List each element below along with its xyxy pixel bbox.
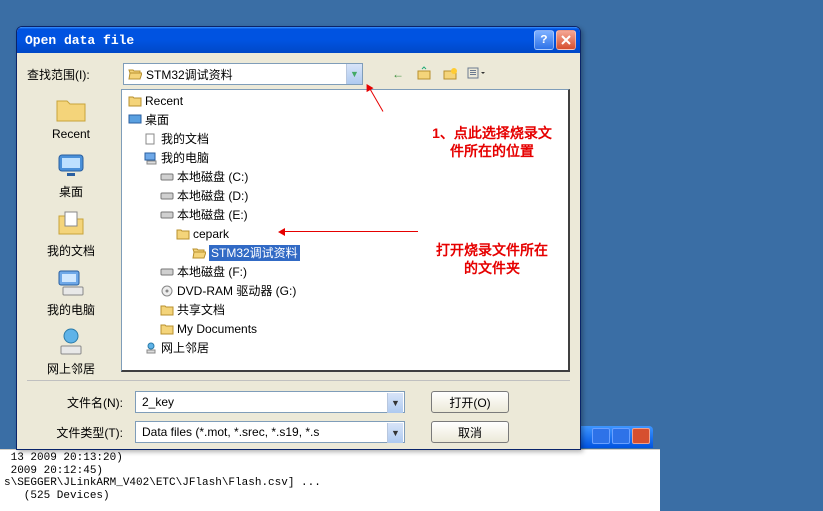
tree-desktop[interactable]: 桌面 [128,112,169,128]
filename-combobox[interactable]: 2_key ▼ [135,391,405,413]
filetype-label: 文件类型(T): [27,424,127,441]
tree-dvd[interactable]: DVD-RAM 驱动器 (G:) [160,283,296,299]
dropdown-arrow-icon[interactable]: ▼ [346,64,362,84]
new-folder-button[interactable] [441,65,459,83]
folder-open-icon [192,246,206,260]
look-in-label: 查找范围(I): [27,66,117,83]
dropdown-arrow-icon[interactable]: ▼ [387,423,403,443]
places-recent[interactable]: Recent [31,93,111,141]
dvd-icon [160,284,174,298]
tree-mypc[interactable]: 我的电脑 [144,150,209,166]
cancel-button[interactable]: 取消 [431,421,509,443]
view-icon [467,66,485,82]
disk-icon [160,208,174,222]
disk-icon [160,189,174,203]
tree-mydocuments[interactable]: My Documents [160,321,257,337]
look-in-combobox[interactable]: STM32调试资料 ▼ [123,63,363,85]
recent-folder-icon [55,93,87,125]
close-button[interactable] [556,30,576,50]
filename-label: 文件名(N): [27,394,127,411]
titlebar: Open data file ? [17,27,580,53]
folder-icon [176,227,190,241]
tree-shared[interactable]: 共享文档 [160,302,225,318]
view-menu-button[interactable] [467,65,485,83]
folder-open-icon [128,67,142,81]
background-window-titlebar [573,426,653,448]
console-log-panel: 13 2009 20:13:20) 2009 20:12:45) s\SEGGE… [0,449,660,511]
network-small-icon [144,341,158,355]
folder-icon [160,303,174,317]
back-button[interactable]: ← [389,65,407,83]
mycomputer-small-icon [144,151,158,165]
open-file-dialog: Open data file ? 查找范围(I): STM32调试资料 ▼ ← [16,26,581,450]
up-one-level-button[interactable] [415,65,433,83]
disk-icon [160,170,174,184]
open-button[interactable]: 打开(O) [431,391,509,413]
folder-icon [160,322,174,336]
filetype-value: Data files (*.mot, *.srec, *.s19, *.s [142,425,319,439]
places-network[interactable]: 网上邻居 [31,326,111,377]
places-bar: Recent 桌面 我的文档 我的电脑 网上邻居 [27,89,115,372]
mycomputer-icon [55,267,87,299]
help-button[interactable]: ? [534,30,554,50]
tree-disk-d[interactable]: 本地磁盘 (D:) [160,188,248,204]
annotation-2-arrow [280,231,418,232]
bg-maximize-button[interactable] [612,428,630,444]
folder-icon [128,94,142,108]
tree-stm32-selected[interactable]: STM32调试资料 [192,245,300,261]
tree-cepark[interactable]: cepark [176,226,229,242]
mydocs-icon [55,208,87,240]
tree-disk-c[interactable]: 本地磁盘 (C:) [160,169,248,185]
tree-recent[interactable]: Recent [128,93,183,109]
desktop-small-icon [128,113,142,127]
filetype-combobox[interactable]: Data files (*.mot, *.srec, *.s19, *.s ▼ [135,421,405,443]
bg-minimize-button[interactable] [592,428,610,444]
disk-icon [160,265,174,279]
network-icon [55,326,87,358]
desktop-icon [55,149,87,181]
dropdown-arrow-icon[interactable]: ▼ [387,393,403,413]
places-mydocs[interactable]: 我的文档 [31,208,111,259]
places-mycomputer[interactable]: 我的电脑 [31,267,111,318]
filename-value: 2_key [142,395,174,409]
tree-network[interactable]: 网上邻居 [144,340,209,356]
folder-up-icon [416,66,432,82]
look-in-value: STM32调试资料 [146,66,233,83]
places-desktop[interactable]: 桌面 [31,149,111,200]
tree-mydocs[interactable]: 我的文档 [144,131,209,147]
mydocs-small-icon [144,132,158,146]
tree-disk-f[interactable]: 本地磁盘 (F:) [160,264,247,280]
bg-close-button[interactable] [632,428,650,444]
close-icon [561,35,571,45]
tree-disk-e[interactable]: 本地磁盘 (E:) [160,207,248,223]
new-folder-icon [442,66,458,82]
dialog-title: Open data file [25,33,534,48]
